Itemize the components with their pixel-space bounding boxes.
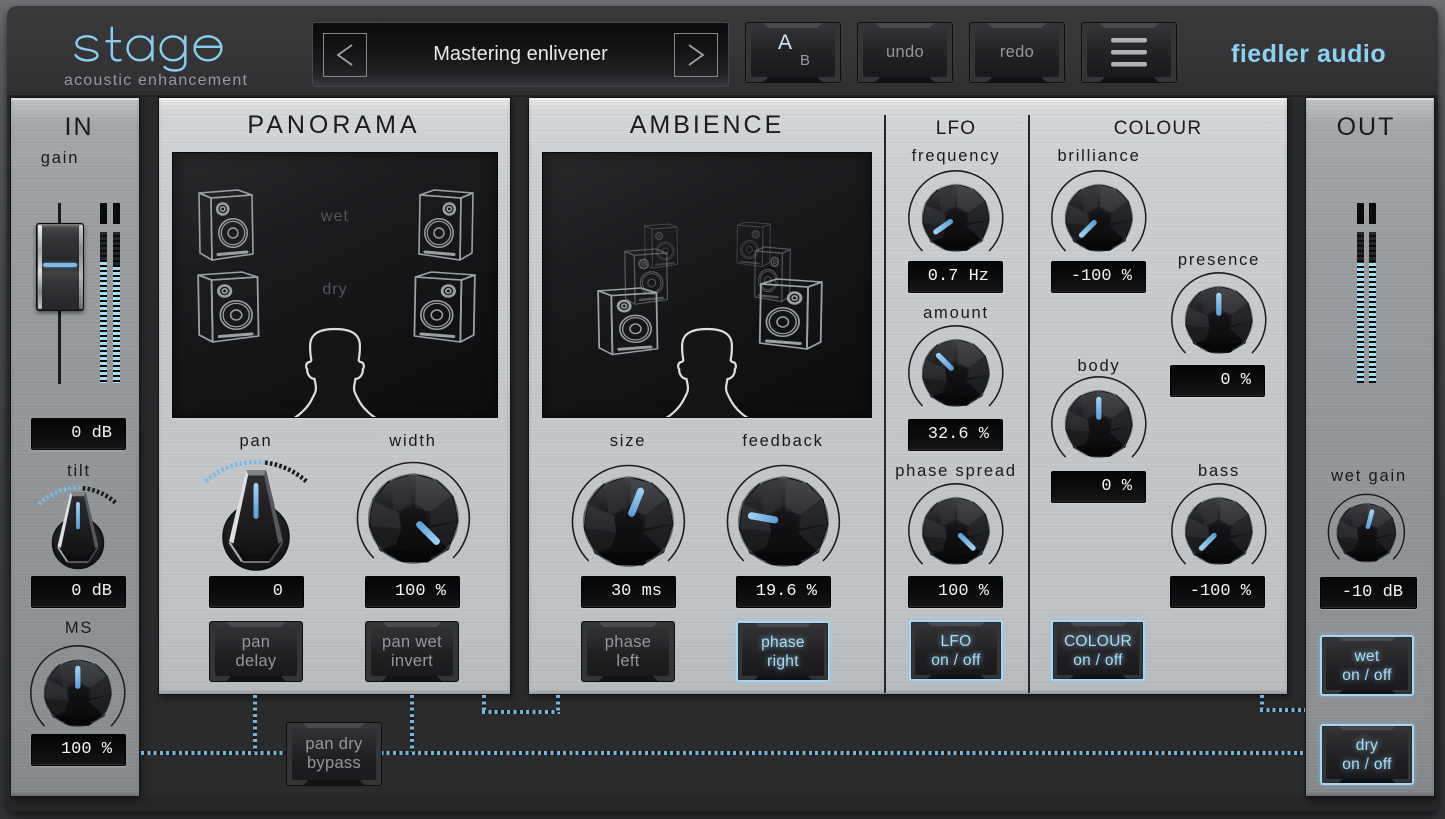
- svg-text:dry: dry: [322, 281, 347, 298]
- svg-text:wet: wet: [320, 208, 349, 225]
